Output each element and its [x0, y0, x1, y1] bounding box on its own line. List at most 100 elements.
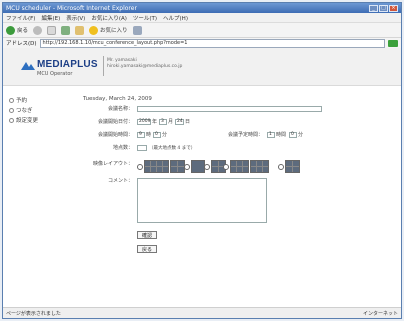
layout-radio-1[interactable]: [137, 163, 143, 170]
confirm-row: 確認: [83, 228, 391, 244]
layout-grid-2x2-b: [285, 160, 300, 173]
bullet-icon: [9, 107, 14, 113]
sidebar-item-connect[interactable]: つなぎ: [9, 106, 61, 114]
status-text: ページが表示されました: [6, 310, 61, 317]
favorites-button[interactable]: お気に入り: [89, 25, 128, 35]
start-date-row: 会議開始日付： 2009 年 3 月 24 日: [83, 119, 391, 132]
window-controls: _ □ ×: [369, 4, 398, 12]
address-input[interactable]: http://192.168.1.10/mcu_conference_layou…: [39, 38, 385, 48]
comment-label: コメント：: [107, 178, 133, 184]
star-icon: [89, 25, 99, 35]
status-zone: インターネット: [362, 310, 398, 317]
menu-tools[interactable]: ツール(T): [133, 14, 157, 22]
layout-radio-2[interactable]: [184, 163, 190, 170]
home-icon[interactable]: [75, 25, 85, 35]
layout-row: 映像レイアウト：: [83, 158, 391, 178]
conference-name-input[interactable]: [137, 106, 322, 112]
page-header: MEDIAPLUS MCU Operator Mr. yamasaki hiro…: [3, 48, 401, 86]
sidebar: 予約 つなぎ 設定変更: [9, 96, 61, 126]
layout-label: 映像レイアウト：: [92, 161, 133, 167]
start-minute-select[interactable]: 0: [153, 132, 161, 138]
logo-subtitle: MCU Operator: [37, 71, 73, 77]
participants-input[interactable]: [137, 145, 147, 151]
title-bar: MCU scheduler - Microsoft Internet Explo…: [3, 3, 401, 13]
layout-grid-2x2: [170, 160, 185, 173]
browser-window: MCU scheduler - Microsoft Internet Explo…: [2, 2, 402, 319]
layout-grid-3x2-b: [250, 160, 269, 173]
refresh-icon[interactable]: [61, 25, 71, 35]
current-date: Tuesday, March 24, 2009: [83, 96, 152, 102]
duration-hour-select[interactable]: 1: [267, 132, 275, 138]
participants-row: 地点数： （最大地点数 4 まで）: [83, 145, 391, 158]
duration-minute-unit: 分: [298, 132, 304, 138]
start-hour-select[interactable]: 9: [137, 132, 145, 138]
layout-grid-3x2: [230, 160, 249, 173]
start-date-label: 会議開始日付：: [97, 119, 133, 125]
comment-row: コメント：: [83, 178, 391, 228]
stop-icon[interactable]: [47, 25, 57, 35]
bullet-icon: [9, 117, 14, 123]
comment-textarea[interactable]: [137, 178, 267, 223]
layout-option-1[interactable]: [137, 160, 185, 173]
participants-label: 地点数：: [112, 145, 133, 151]
layout-grid-1x1: [191, 160, 205, 173]
sidebar-item-label: つなぎ: [16, 108, 33, 114]
participants-note: （最大地点数 4 まで）: [149, 146, 196, 151]
duration-minute-select[interactable]: 0: [289, 132, 297, 138]
layout-option-4[interactable]: [223, 160, 269, 173]
start-time-label: 会議開始時間：: [97, 132, 133, 138]
menu-bar: ファイル(F) 編集(E) 表示(V) お気に入り(A) ツール(T) ヘルプ(…: [3, 13, 401, 23]
main-form: Tuesday, March 24, 2009 会議名称： 会議開始日付： 20…: [83, 96, 391, 258]
forward-arrow-icon[interactable]: [33, 25, 43, 35]
logo: MEDIAPLUS MCU Operator: [21, 57, 99, 79]
back-arrow-icon: [6, 25, 15, 35]
minute-unit: 分: [162, 132, 168, 138]
start-month-select[interactable]: 3: [159, 119, 167, 125]
sidebar-item-label: 設定変更: [16, 118, 39, 124]
layout-radio-5[interactable]: [278, 163, 284, 170]
conference-name-row: 会議名称：: [83, 106, 391, 119]
toolbar: 戻る お気に入り: [3, 23, 401, 38]
start-year-select[interactable]: 2009: [137, 119, 151, 125]
confirm-button[interactable]: 確認: [137, 231, 157, 239]
sidebar-item-settings[interactable]: 設定変更: [9, 116, 61, 124]
back-form-button[interactable]: 戻る: [137, 245, 157, 253]
close-button[interactable]: ×: [389, 4, 398, 12]
header-divider: [103, 56, 104, 76]
back-label: 戻る: [17, 28, 29, 34]
menu-file[interactable]: ファイル(F): [6, 14, 35, 22]
conference-name-label: 会議名称：: [107, 106, 133, 112]
year-unit: 年: [152, 119, 158, 125]
duration-hour-unit: 時間: [276, 132, 287, 138]
menu-edit[interactable]: 編集(E): [41, 14, 60, 22]
history-icon[interactable]: [132, 25, 142, 35]
hour-unit: 時: [146, 132, 152, 138]
menu-view[interactable]: 表示(V): [66, 14, 85, 22]
minimize-button[interactable]: _: [369, 4, 378, 12]
favorites-label: お気に入り: [100, 28, 128, 34]
start-day-select[interactable]: 24: [175, 119, 184, 125]
sidebar-item-reserve[interactable]: 予約: [9, 96, 61, 104]
menu-help[interactable]: ヘルプ(H): [163, 14, 188, 22]
logo-text: MEDIAPLUS: [37, 59, 98, 70]
go-button[interactable]: [388, 39, 398, 47]
layout-radio-4[interactable]: [223, 163, 229, 170]
layout-radio-3[interactable]: [204, 163, 210, 170]
back-button[interactable]: 戻る: [6, 25, 29, 35]
bullet-icon: [9, 97, 14, 103]
start-time-row: 会議開始時間： 9 時 0 分 会議予定時間： 1 時間 0 分: [83, 132, 391, 145]
user-email: hiroki.yamasaki@mediaplus.co.jp: [107, 64, 183, 69]
page-content: MEDIAPLUS MCU Operator Mr. yamasaki hiro…: [3, 48, 401, 307]
status-bar: ページが表示されました インターネット: [3, 307, 401, 318]
duration-label: 会議予定時間：: [227, 132, 263, 138]
user-info: Mr. yamasaki hiroki.yamasaki@mediaplus.c…: [107, 58, 182, 70]
day-unit: 日: [185, 119, 191, 125]
layout-option-5[interactable]: [278, 160, 300, 173]
layout-option-2[interactable]: [184, 160, 205, 173]
menu-favorites[interactable]: お気に入り(A): [91, 14, 127, 22]
layout-grid-4x2: [144, 160, 169, 173]
address-label: アドレス(D): [6, 41, 37, 47]
maximize-button[interactable]: □: [379, 4, 388, 12]
sidebar-item-label: 予約: [16, 98, 28, 104]
back-row: 戻る: [83, 244, 391, 258]
